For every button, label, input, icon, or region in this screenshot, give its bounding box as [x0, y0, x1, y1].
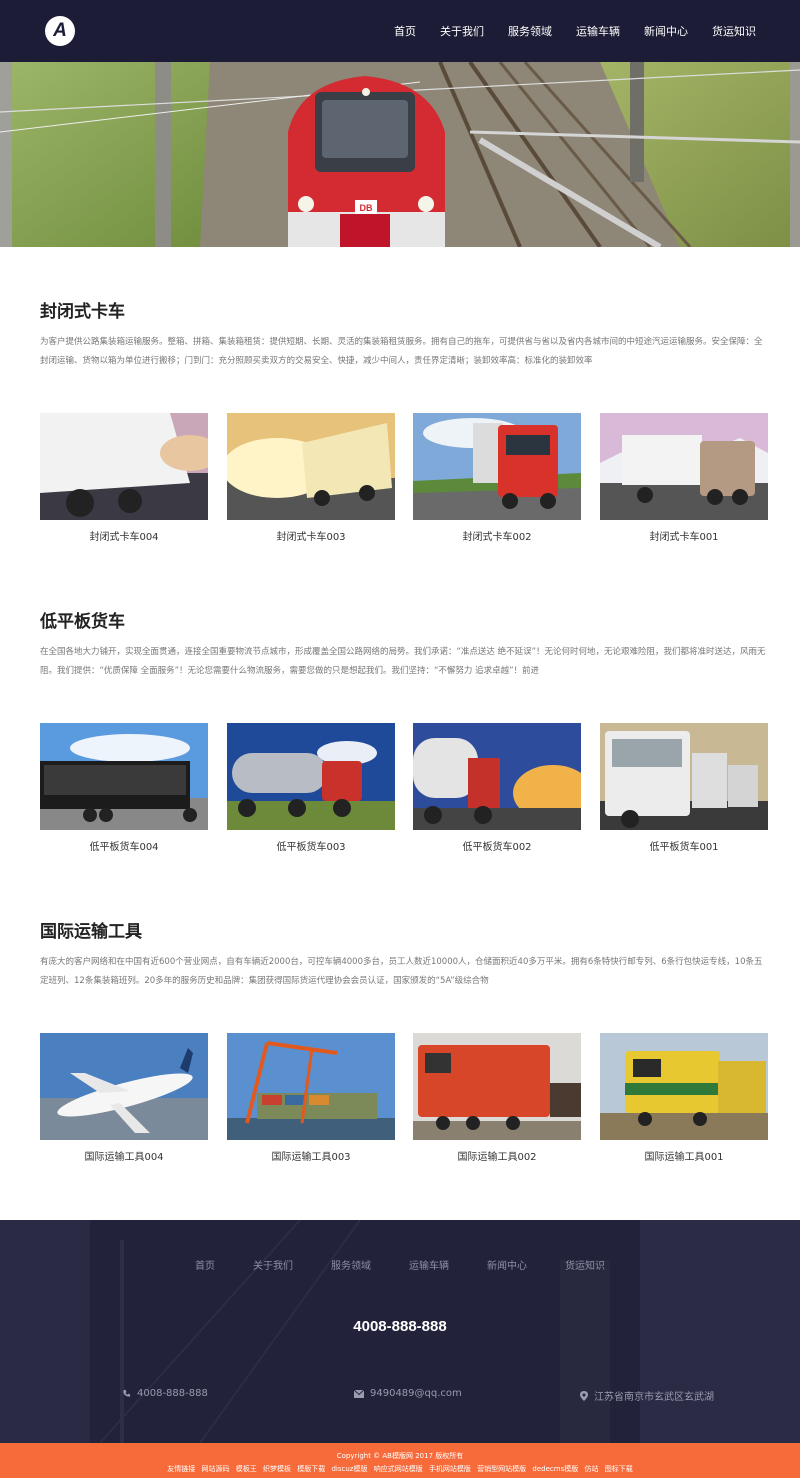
truck-image: [227, 723, 395, 830]
footer-address-text: 江苏省南京市玄武区玄武湖: [594, 1392, 714, 1403]
section-description: 为客户提供公路集装箱运输服务。整箱、拼箱、集装箱租赁：提供短期、长期、灵活的集装…: [40, 337, 763, 366]
truck-image: [413, 413, 581, 520]
svg-text:DB: DB: [360, 203, 373, 213]
nav-item-news[interactable]: 新闻中心: [644, 23, 688, 39]
footer-phone-text: 4008-888-888: [137, 1388, 208, 1399]
footer-email-text: 9490489@qq.com: [370, 1388, 462, 1399]
product-card[interactable]: 封闭式卡车001: [600, 413, 768, 543]
footer-nav-vehicles[interactable]: 运输车辆: [409, 1257, 449, 1272]
footer-email: 9490489@qq.com: [354, 1388, 462, 1399]
product-caption[interactable]: 封闭式卡车004: [40, 528, 208, 543]
footer-nav-home[interactable]: 首页: [195, 1257, 215, 1272]
product-caption[interactable]: 国际运输工具002: [413, 1148, 581, 1163]
friend-link[interactable]: 仿站: [584, 1465, 598, 1473]
product-card[interactable]: 国际运输工具004: [40, 1033, 208, 1163]
friend-link[interactable]: 模板王: [236, 1465, 257, 1473]
product-grid: 国际运输工具004 国际运输工具003 国际运输工具002 国际运输工具001: [40, 1033, 768, 1163]
product-caption[interactable]: 低平板货车004: [40, 838, 208, 853]
truck-image: [600, 413, 768, 520]
friend-link[interactable]: 手机网站模版: [429, 1465, 471, 1473]
section-title: 封闭式卡车: [40, 302, 125, 322]
truck-image: [413, 723, 581, 830]
product-caption[interactable]: 封闭式卡车002: [413, 528, 581, 543]
airplane-image: [40, 1033, 208, 1140]
truck-image: [227, 413, 395, 520]
product-caption[interactable]: 封闭式卡车001: [600, 528, 768, 543]
section-description: 在全国各地大力铺开，实现全面贯通，连接全国重要物流节点城市，形成覆盖全国公路网络…: [40, 647, 766, 676]
friend-link[interactable]: 织梦模板: [263, 1465, 291, 1473]
product-card[interactable]: 封闭式卡车003: [227, 413, 395, 543]
section-title: 国际运输工具: [40, 922, 142, 942]
site-footer: 首页 关于我们 服务领域 运输车辆 新闻中心 货运知识 4008-888-888…: [0, 1220, 800, 1443]
product-caption[interactable]: 低平板货车002: [413, 838, 581, 853]
friend-link[interactable]: 模版下载: [297, 1465, 325, 1473]
map-marker-icon: [580, 1390, 588, 1401]
locomotive-image: [413, 1033, 581, 1140]
footer-nav-knowledge[interactable]: 货运知识: [565, 1257, 605, 1272]
logo[interactable]: A: [45, 16, 75, 46]
product-grid: 封闭式卡车004 封闭式卡车003 封闭式卡车002 封闭式卡车001: [40, 413, 768, 543]
footer-address: 江苏省南京市玄武区玄武湖: [580, 1388, 714, 1403]
product-card[interactable]: 低平板货车003: [227, 723, 395, 853]
friend-links: 友情链接 网站源码 模板王 织梦模板 模版下载 discuz模版 响应式网站模版…: [0, 1464, 800, 1474]
logo-letter: A: [53, 20, 67, 41]
product-grid: 低平板货车004 低平板货车003 低平板货车002 低平板货车001: [40, 723, 768, 853]
main-nav: 首页 关于我们 服务领域 运输车辆 新闻中心 货运知识: [394, 0, 756, 62]
nav-item-services[interactable]: 服务领域: [508, 23, 552, 39]
product-caption[interactable]: 国际运输工具004: [40, 1148, 208, 1163]
friend-link[interactable]: discuz模版: [331, 1465, 367, 1473]
section-title: 低平板货车: [40, 612, 125, 632]
product-card[interactable]: 国际运输工具001: [600, 1033, 768, 1163]
product-caption[interactable]: 国际运输工具001: [600, 1148, 768, 1163]
product-card[interactable]: 国际运输工具002: [413, 1033, 581, 1163]
nav-item-about[interactable]: 关于我们: [440, 23, 484, 39]
footer-nav-news[interactable]: 新闻中心: [487, 1257, 527, 1272]
nav-item-home[interactable]: 首页: [394, 23, 416, 39]
nav-item-knowledge[interactable]: 货运知识: [712, 23, 756, 39]
copyright-text: Copyright © AB模版网 2017 版权所有: [336, 1452, 464, 1460]
friend-link[interactable]: 网站源码: [202, 1465, 230, 1473]
locomotive-image: [600, 1033, 768, 1140]
product-caption[interactable]: 低平板货车003: [227, 838, 395, 853]
port-crane-image: [227, 1033, 395, 1140]
phone-icon: [123, 1389, 131, 1397]
product-card[interactable]: 国际运输工具003: [227, 1033, 395, 1163]
nav-item-vehicles[interactable]: 运输车辆: [576, 23, 620, 39]
truck-image: [600, 723, 768, 830]
hero-banner: DB: [0, 62, 800, 247]
footer-nav: 首页 关于我们 服务领域 运输车辆 新闻中心 货运知识: [0, 1257, 800, 1272]
friend-link[interactable]: 图标下载: [605, 1465, 633, 1473]
friend-link[interactable]: 响应式网站模版: [374, 1465, 423, 1473]
site-header: A 首页 关于我们 服务领域 运输车辆 新闻中心 货运知识: [0, 0, 800, 62]
product-caption[interactable]: 国际运输工具003: [227, 1148, 395, 1163]
copyright-bar: Copyright © AB模版网 2017 版权所有 友情链接 网站源码 模板…: [0, 1443, 800, 1478]
footer-nav-services[interactable]: 服务领域: [331, 1257, 371, 1272]
friend-link[interactable]: 营销型网站模版: [477, 1465, 526, 1473]
product-card[interactable]: 低平板货车001: [600, 723, 768, 853]
friend-link[interactable]: dedecms模版: [532, 1465, 578, 1473]
friend-links-label: 友情链接: [167, 1465, 196, 1473]
truck-image: [40, 723, 208, 830]
product-card[interactable]: 低平板货车002: [413, 723, 581, 853]
footer-hotline: 4008-888-888: [353, 1318, 447, 1335]
product-card[interactable]: 封闭式卡车002: [413, 413, 581, 543]
footer-nav-about[interactable]: 关于我们: [253, 1257, 293, 1272]
product-card[interactable]: 封闭式卡车004: [40, 413, 208, 543]
product-caption[interactable]: 封闭式卡车003: [227, 528, 395, 543]
truck-image: [40, 413, 208, 520]
section-description: 有庞大的客户网络和在中国有近600个营业网点，自有车辆近2000台，可控车辆40…: [40, 957, 763, 986]
product-card[interactable]: 低平板货车004: [40, 723, 208, 853]
footer-phone: 4008-888-888: [122, 1388, 208, 1399]
product-caption[interactable]: 低平板货车001: [600, 838, 768, 853]
hero-train-image: DB: [0, 62, 800, 247]
envelope-icon: [354, 1389, 364, 1398]
